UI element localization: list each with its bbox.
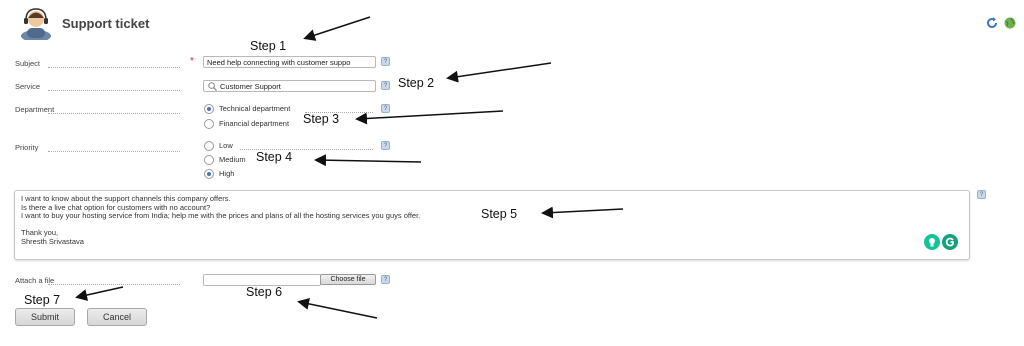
refresh-icon[interactable] — [986, 16, 998, 28]
message-line: Shresth Srivastava — [21, 236, 84, 246]
arrow-step-7 — [75, 286, 124, 301]
department-technical-label: Technical department — [219, 104, 291, 113]
priority-high-label: High — [219, 169, 235, 178]
submit-button[interactable]: Submit — [15, 308, 75, 326]
service-input[interactable]: Customer Support — [203, 80, 376, 92]
message-line — [21, 221, 963, 230]
required-marker: * — [190, 56, 194, 67]
department-technical-radio[interactable] — [204, 104, 214, 114]
message-help-icon[interactable]: ? — [977, 190, 986, 199]
step-7-annotation: Step 7 — [24, 293, 61, 307]
choose-file-button[interactable]: Choose file — [320, 274, 376, 285]
step-3-annotation: Step 3 — [303, 112, 340, 126]
priority-help-icon[interactable]: ? — [381, 141, 390, 150]
priority-medium-radio[interactable] — [204, 155, 214, 165]
arrow-step-2 — [446, 62, 552, 83]
service-help-icon[interactable]: ? — [381, 81, 390, 90]
department-financial-label: Financial department — [219, 119, 290, 128]
arrow-step-1 — [303, 16, 371, 41]
priority-medium-label: Medium — [219, 155, 246, 164]
annotation-arrows — [75, 16, 624, 319]
message-line: Thank you, — [21, 228, 59, 237]
arrow-step-4 — [314, 154, 422, 167]
step-5-annotation: Step 5 — [481, 207, 518, 221]
support-agent-icon — [18, 6, 54, 42]
lightbulb-icon[interactable] — [924, 234, 940, 250]
attach-help-icon[interactable]: ? — [381, 275, 390, 284]
step-1-annotation: Step 1 — [250, 39, 287, 53]
arrow-step-3 — [355, 110, 504, 125]
cancel-button[interactable]: Cancel — [87, 308, 147, 326]
priority-high-radio[interactable] — [204, 169, 214, 179]
step-6-annotation: Step 6 — [246, 285, 283, 299]
subject-help-icon[interactable]: ? — [381, 57, 390, 66]
priority-low-radio[interactable] — [204, 141, 214, 151]
message-textarea[interactable]: I want to know about the support channel… — [14, 190, 970, 260]
subject-label: Subject — [15, 59, 41, 68]
page-title: Support ticket — [62, 16, 150, 31]
globe-icon[interactable] — [1004, 16, 1016, 29]
department-financial-radio[interactable] — [204, 119, 214, 129]
priority-low-label: Low — [219, 141, 233, 150]
priority-label: Priority — [15, 143, 39, 152]
search-icon — [208, 82, 217, 91]
service-value: Customer Support — [220, 82, 281, 91]
arrow-step-6 — [297, 297, 378, 319]
subject-input[interactable]: Need help connecting with customer suppo — [203, 56, 376, 68]
step-2-annotation: Step 2 — [398, 76, 435, 90]
step-4-annotation: Step 4 — [256, 150, 293, 164]
service-label: Service — [15, 82, 41, 91]
grammarly-icon[interactable] — [942, 234, 958, 250]
department-help-icon[interactable]: ? — [381, 104, 390, 113]
